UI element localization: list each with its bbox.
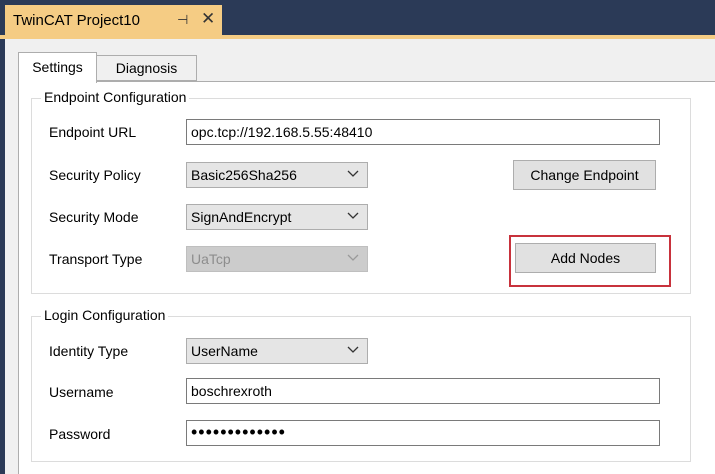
identity-type-label: Identity Type [49, 343, 129, 359]
transport-type-select[interactable]: UaTcp [186, 246, 368, 272]
chevron-down-icon [347, 212, 359, 219]
document-tab-title: TwinCAT Project10 [13, 12, 140, 29]
pin-icon[interactable]: ⊣ [177, 12, 188, 28]
password-label: Password [49, 426, 111, 442]
security-policy-select[interactable]: Basic256Sha256 [186, 162, 368, 188]
identity-type-select[interactable]: UserName [186, 338, 368, 364]
tab-diagnosis[interactable]: Diagnosis [96, 55, 197, 81]
document-tab[interactable]: TwinCAT Project10 ⊣ ✕ [5, 5, 222, 35]
endpoint-configuration-legend: Endpoint Configuration [41, 89, 190, 105]
chevron-down-icon [347, 170, 359, 177]
add-nodes-button[interactable]: Add Nodes [515, 243, 656, 273]
login-configuration-legend: Login Configuration [41, 307, 169, 323]
username-label: Username [49, 384, 114, 400]
security-mode-select[interactable]: SignAndEncrypt [186, 204, 368, 230]
tab-settings[interactable]: Settings [18, 52, 97, 83]
security-policy-value: Basic256Sha256 [191, 167, 297, 183]
transport-type-label: Transport Type [49, 251, 143, 267]
chevron-down-icon [347, 254, 359, 261]
password-field[interactable]: ••••••••••••• [186, 420, 660, 446]
chevron-down-icon [347, 346, 359, 353]
endpoint-url-label: Endpoint URL [49, 124, 137, 140]
change-endpoint-button[interactable]: Change Endpoint [513, 160, 656, 190]
identity-type-value: UserName [191, 343, 258, 359]
security-mode-value: SignAndEncrypt [191, 209, 292, 225]
transport-type-value: UaTcp [191, 251, 231, 267]
security-mode-label: Security Mode [49, 209, 139, 225]
endpoint-url-field[interactable]: opc.tcp://192.168.5.55:48410 [186, 119, 660, 145]
close-icon[interactable]: ✕ [201, 9, 215, 29]
username-field[interactable]: boschrexroth [186, 378, 660, 404]
security-policy-label: Security Policy [49, 167, 141, 183]
